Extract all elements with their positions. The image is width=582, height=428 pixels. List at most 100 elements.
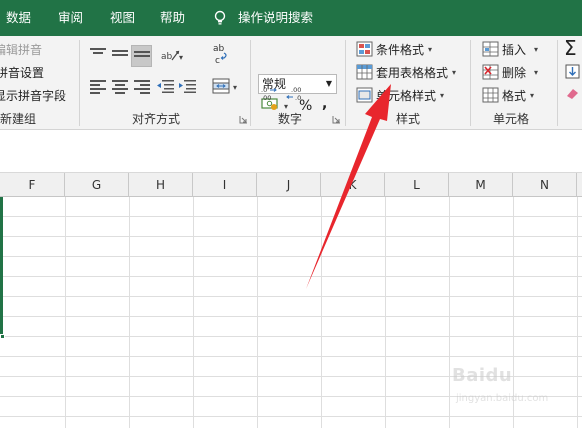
format-button[interactable]: 格式 (502, 87, 526, 104)
fill-handle[interactable] (0, 334, 5, 339)
comma-style-button[interactable]: , (322, 96, 327, 112)
align-center-icon[interactable] (112, 80, 128, 94)
separator (470, 40, 471, 126)
insert-dropdown-icon[interactable]: ▾ (534, 45, 538, 54)
fill-icon[interactable] (565, 64, 580, 79)
conditional-dropdown-icon[interactable]: ▾ (428, 45, 432, 54)
column-line (193, 197, 194, 428)
column-line (577, 197, 578, 428)
number-launcher-icon[interactable] (332, 115, 341, 124)
column-line (321, 197, 322, 428)
format-dropdown-icon[interactable]: ▾ (530, 91, 534, 100)
column-header-i[interactable]: I (193, 173, 257, 197)
format-as-table-button[interactable]: 套用表格格式 (376, 64, 448, 81)
menu-bar: 数据 审阅 视图 帮助 操作说明搜索 (0, 0, 582, 36)
column-headers: F G H I J K L M N (0, 173, 582, 197)
delete-button[interactable]: 删除 (502, 64, 526, 81)
delete-dropdown-icon[interactable]: ▾ (534, 68, 538, 77)
tab-view[interactable]: 视图 (110, 0, 135, 36)
phonetic-settings-button[interactable]: 拼音设置 (0, 64, 44, 81)
svg-text:ab: ab (161, 52, 173, 62)
align-right-icon[interactable] (134, 80, 150, 94)
lightbulb-icon[interactable] (213, 10, 227, 26)
column-header-f[interactable]: F (0, 173, 65, 197)
column-line (513, 197, 514, 428)
svg-text:.00: .00 (291, 86, 301, 94)
group-label-cells: 单元格 (493, 112, 530, 126)
group-label-number: 数字 (278, 112, 303, 126)
row-line (0, 396, 582, 397)
row-line (0, 376, 582, 377)
insert-button[interactable]: 插入 (502, 41, 526, 58)
autosum-icon[interactable]: Σ (564, 36, 577, 60)
column-header-h[interactable]: H (129, 173, 193, 197)
cell-grid[interactable] (0, 197, 582, 428)
cell-styles-icon[interactable] (356, 87, 373, 103)
tab-review[interactable]: 审阅 (58, 0, 83, 36)
top-align-icon[interactable] (90, 48, 106, 62)
show-phonetic-field-button[interactable]: 显示拼音字段 (0, 87, 66, 104)
svg-text:.0: .0 (295, 94, 301, 102)
separator (557, 40, 558, 126)
table-dropdown-icon[interactable]: ▾ (452, 68, 456, 77)
separator (79, 40, 80, 126)
group-label-styles: 样式 (396, 112, 421, 126)
increase-decimal-icon[interactable]: .0 .00 (261, 86, 283, 102)
column-header-m[interactable]: M (449, 173, 513, 197)
row-line (0, 296, 582, 297)
middle-align-icon[interactable] (112, 50, 128, 64)
bottom-align-icon[interactable] (131, 45, 152, 67)
svg-text:.0: .0 (261, 86, 267, 94)
align-left-icon[interactable] (90, 80, 106, 94)
clear-eraser-icon[interactable] (565, 86, 580, 100)
selection-border (0, 197, 3, 338)
row-line (0, 416, 582, 417)
chevron-down-icon: ▼ (325, 79, 332, 88)
row-line (0, 336, 582, 337)
increase-indent-icon[interactable] (178, 79, 196, 93)
edit-phonetic-button[interactable]: 编辑拼音 (0, 41, 42, 58)
wrap-text-icon[interactable]: ab c (212, 42, 230, 68)
merge-dropdown-icon[interactable]: ▾ (233, 83, 237, 92)
conditional-format-icon[interactable] (356, 41, 373, 57)
decrease-indent-icon[interactable] (156, 79, 174, 93)
alignment-launcher-icon[interactable] (239, 115, 248, 124)
formula-bar-area[interactable] (0, 131, 582, 173)
row-line (0, 316, 582, 317)
cell-styles-dropdown-icon[interactable]: ▾ (440, 91, 444, 100)
row-line (0, 216, 582, 217)
column-line (65, 197, 66, 428)
conditional-formatting-button[interactable]: 条件格式 (376, 41, 424, 58)
format-cells-icon[interactable] (482, 87, 499, 103)
column-header-k[interactable]: K (321, 173, 385, 197)
insert-cells-icon[interactable] (482, 41, 499, 57)
tab-help[interactable]: 帮助 (160, 0, 185, 36)
separator (250, 40, 251, 126)
tab-data[interactable]: 数据 (6, 0, 31, 36)
delete-cells-icon[interactable] (482, 64, 499, 80)
svg-text:.00: .00 (261, 94, 271, 102)
cell-styles-button[interactable]: 单元格样式 (376, 87, 436, 104)
column-header-j[interactable]: J (257, 173, 321, 197)
orientation-dropdown-icon[interactable]: ▾ (179, 53, 183, 62)
ribbon: 编辑拼音 拼音设置 显示拼音字段 新建组 ab ▾ ab c ▾ 对齐方式 常规… (0, 36, 582, 130)
column-header-l[interactable]: L (385, 173, 449, 197)
column-line (449, 197, 450, 428)
format-as-table-icon[interactable] (356, 64, 373, 80)
column-header-g[interactable]: G (65, 173, 129, 197)
row-line (0, 276, 582, 277)
svg-text:ab: ab (213, 44, 225, 54)
column-header-n[interactable]: N (513, 173, 577, 197)
column-header-o[interactable] (577, 173, 582, 197)
svg-text:c: c (215, 56, 220, 66)
row-line (0, 256, 582, 257)
row-line (0, 356, 582, 357)
group-label-new: 新建组 (0, 112, 37, 126)
merge-center-icon[interactable] (212, 78, 230, 94)
column-line (129, 197, 130, 428)
column-line (257, 197, 258, 428)
column-line (385, 197, 386, 428)
row-line (0, 236, 582, 237)
decrease-decimal-icon[interactable]: .00 .0 (285, 86, 307, 102)
tell-me-search[interactable]: 操作说明搜索 (238, 0, 313, 36)
